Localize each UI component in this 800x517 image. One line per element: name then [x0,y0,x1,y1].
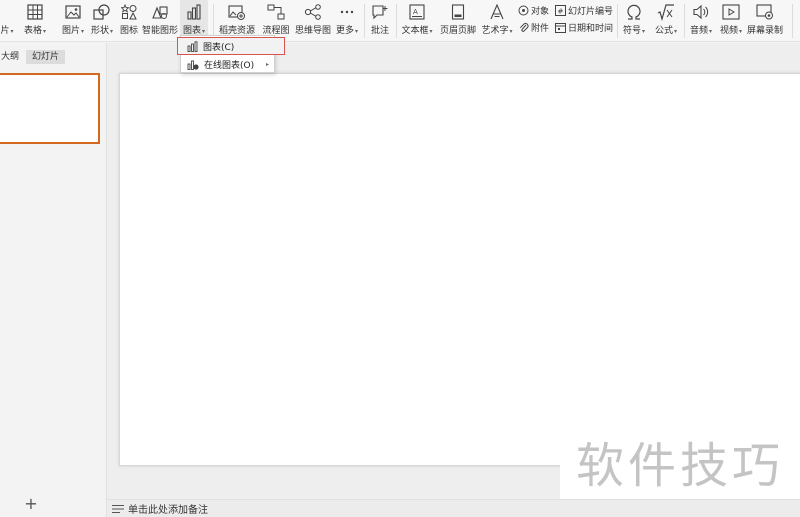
header-footer-button[interactable]: 页眉页脚 [439,0,477,42]
picture-partial-button[interactable]: 片▾ [0,0,14,42]
separator [792,4,793,38]
date-time-button[interactable]: 日期和时间 [555,19,613,35]
separator [364,4,365,38]
formula-button[interactable]: 公式▾ [652,0,680,42]
separator [396,4,397,38]
picture-partial-icon [2,1,12,23]
flowchart-icon [267,1,285,23]
audio-button[interactable]: 音频▾ [687,0,715,42]
shape-button[interactable]: 形状▾ [89,0,115,42]
formula-icon [657,1,675,23]
video-icon [722,1,740,23]
chart-icon [187,40,198,52]
comment-icon [371,1,389,23]
smartart-icon [151,1,169,23]
mindmap-icon [304,1,322,23]
chart-dropdown-menu: 图表(C) 在线图表(O) ▸ [177,35,285,73]
notes-bar[interactable]: 单击此处添加备注 [107,499,800,517]
separator [213,4,214,38]
notes-placeholder: 单击此处添加备注 [128,505,208,516]
screen-record-button[interactable]: 屏幕录制 [746,0,784,42]
video-button[interactable]: 视频▾ [717,0,745,42]
slide-number-icon: # [555,4,566,16]
mindmap-button[interactable]: 思维导图 [294,0,332,42]
comment-button[interactable]: 批注 [368,0,392,42]
object-icon [518,5,529,15]
menu-item-chart[interactable]: 图表(C) [177,37,285,55]
icons-library-icon [121,1,137,23]
more-icon [339,1,355,23]
shape-icon [93,1,111,23]
symbol-button[interactable]: 符号▾ [620,0,648,42]
slide-area[interactable] [119,73,800,466]
svg-text:A: A [413,8,418,16]
table-button[interactable]: 表格▾ [22,0,48,42]
tab-outline[interactable]: 大纲 [1,50,19,64]
omega-icon [625,1,643,23]
paperclip-icon [519,22,529,32]
menu-item-online-chart[interactable]: 在线图表(O) ▸ [181,55,274,73]
textbox-button[interactable]: A 文本框▾ [400,0,434,42]
icon-button[interactable]: 图标 [118,0,140,42]
slide-number-button[interactable]: # 幻灯片编号 [555,2,613,18]
attachment-button[interactable]: 附件 [518,19,549,35]
chart-icon [186,1,202,23]
image-button[interactable]: 图片▾ [59,0,87,42]
more-button[interactable]: 更多▾ [334,0,360,42]
submenu-arrow-icon: ▸ [265,60,269,68]
notes-lines-icon [112,504,124,513]
watermark-text: 软件技巧 [560,423,800,499]
tab-slides[interactable]: 幻灯片 [26,50,66,64]
wordart-icon [489,1,505,23]
table-icon [27,1,43,23]
separator [684,4,685,38]
screen-record-icon [756,1,774,23]
slide-thumbnail[interactable] [0,73,100,144]
add-slide-button[interactable]: + [24,495,38,513]
slides-panel: 大纲 幻灯片 + [0,43,107,517]
separator [617,4,618,38]
header-footer-icon [451,1,465,23]
svg-text:#: # [558,7,564,15]
online-chart-icon [187,60,199,70]
textbox-icon: A [409,1,425,23]
image-icon [65,1,81,23]
wordart-button[interactable]: 艺术字▾ [480,0,514,42]
calendar-icon [555,22,566,33]
speaker-icon [692,1,710,23]
smartart-button[interactable]: 智能图形 [142,0,178,42]
shell-resource-icon [228,1,246,23]
object-button[interactable]: 对象 [518,2,549,18]
ribbon-toolbar: 片▾ 表格▾ 图片▾ 形状▾ 图标 智能图形 图表▾ 稻壳资源 流程图 思维导图… [0,0,800,42]
